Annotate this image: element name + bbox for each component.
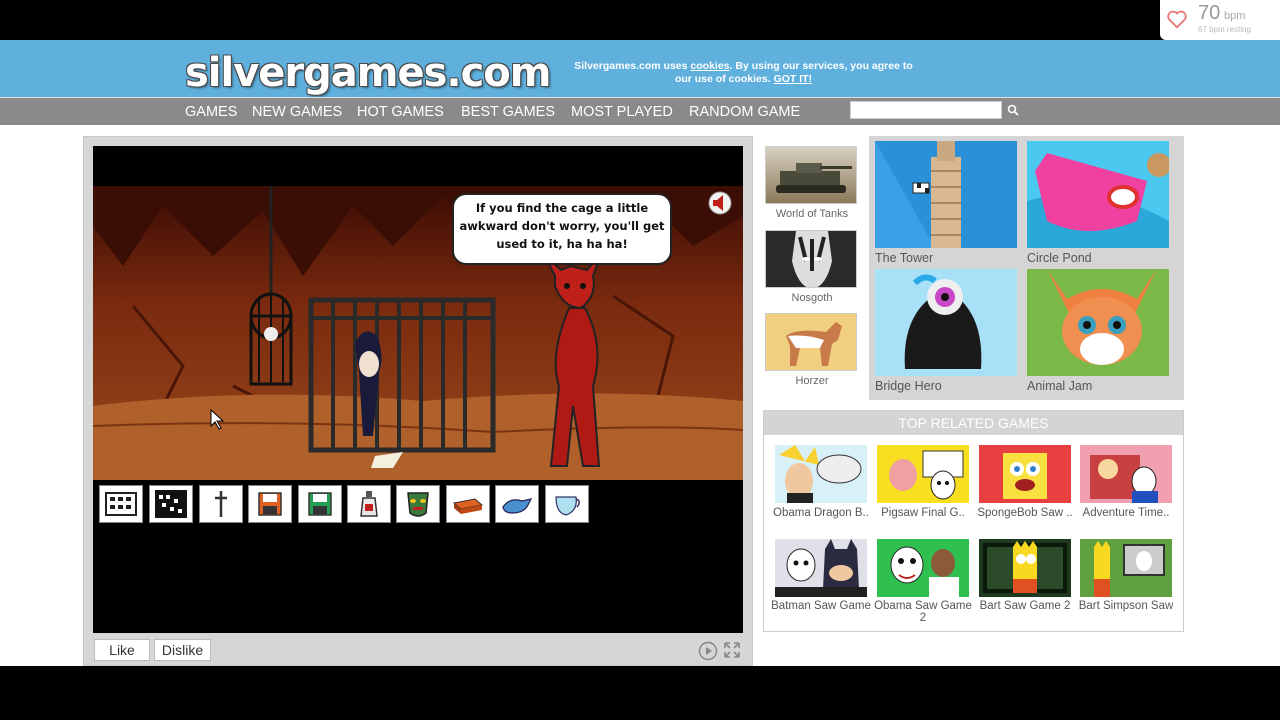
related-label-4[interactable]: Adventure Time.. xyxy=(1075,507,1177,519)
cookies-link[interactable]: cookies xyxy=(690,60,729,72)
brick-icon xyxy=(452,498,484,514)
related-games-panel xyxy=(763,410,1184,632)
side-game-label-2[interactable]: Nosgoth xyxy=(757,292,867,304)
featured-label-3[interactable]: Bridge Hero xyxy=(875,379,942,393)
related-label-1[interactable]: Obama Dragon B.. xyxy=(770,507,872,519)
ocarina-icon xyxy=(502,498,533,514)
related-thumb-3[interactable] xyxy=(979,445,1071,503)
heart-rate-unit: bpm xyxy=(1224,10,1246,22)
bottle-icon xyxy=(360,491,378,517)
heart-rate-resting: 67 bpm resting xyxy=(1198,25,1251,34)
related-thumb-8[interactable] xyxy=(1080,539,1172,597)
sword-icon xyxy=(215,491,227,517)
inventory-slot-3[interactable] xyxy=(199,485,243,523)
related-label-6[interactable]: Obama Saw Game 2 xyxy=(872,600,974,624)
featured-thumb-4[interactable] xyxy=(1027,269,1169,376)
related-games-title: TOP RELATED GAMES xyxy=(764,411,1183,435)
heart-rate-value: 70 xyxy=(1198,2,1221,24)
related-label-3[interactable]: SpongeBob Saw .. xyxy=(974,507,1076,519)
inventory-slot-4[interactable] xyxy=(248,485,292,523)
inventory-slot-1[interactable] xyxy=(99,485,143,523)
related-label-8[interactable]: Bart Simpson Saw xyxy=(1075,600,1177,612)
nav-most-played[interactable]: MOST PLAYED xyxy=(571,104,673,120)
featured-label-4[interactable]: Animal Jam xyxy=(1027,379,1092,393)
featured-thumb-2[interactable] xyxy=(1027,141,1169,248)
speaker-icon[interactable] xyxy=(708,191,732,215)
nav-random-game[interactable]: RANDOM GAME xyxy=(689,104,800,120)
inventory-slot-5[interactable] xyxy=(298,485,342,523)
related-thumb-4[interactable] xyxy=(1080,445,1172,503)
speech-bubble: If you find the cage a little awkward do… xyxy=(452,193,672,265)
inventory-slot-2[interactable] xyxy=(149,485,193,523)
related-label-2[interactable]: Pigsaw Final G.. xyxy=(872,507,974,519)
side-game-thumb-1[interactable] xyxy=(765,146,857,204)
featured-label-1[interactable]: The Tower xyxy=(875,251,933,265)
related-thumb-7[interactable] xyxy=(979,539,1071,597)
inventory-slot-8[interactable] xyxy=(446,485,490,523)
nav-best-games[interactable]: BEST GAMES xyxy=(461,104,555,120)
play-icon[interactable] xyxy=(698,641,718,661)
related-thumb-2[interactable] xyxy=(877,445,969,503)
related-label-7[interactable]: Bart Saw Game 2 xyxy=(974,600,1076,612)
related-thumb-1[interactable] xyxy=(775,445,867,503)
fullscreen-icon[interactable] xyxy=(724,642,740,658)
like-button[interactable]: Like xyxy=(94,639,150,661)
dislike-button[interactable]: Dislike xyxy=(154,639,211,661)
cookie-accept-link[interactable]: GOT IT! xyxy=(774,73,813,85)
nav-new-games[interactable]: NEW GAMES xyxy=(252,104,342,120)
related-thumb-5[interactable] xyxy=(775,539,867,597)
site-logo[interactable]: silvergames.com xyxy=(185,50,551,96)
search-input[interactable] xyxy=(850,101,1002,119)
featured-thumb-1[interactable] xyxy=(875,141,1017,248)
heart-rate-widget: 70 bpm 67 bpm resting xyxy=(1160,0,1280,40)
featured-label-2[interactable]: Circle Pond xyxy=(1027,251,1092,265)
side-game-label-3[interactable]: Horzer xyxy=(757,375,867,387)
related-thumb-6[interactable] xyxy=(877,539,969,597)
cookie-notice: Silvergames.com uses cookies. By using o… xyxy=(566,60,921,86)
side-game-thumb-2[interactable] xyxy=(765,230,857,288)
side-game-thumb-3[interactable] xyxy=(765,313,857,371)
mask-icon xyxy=(407,492,429,517)
pitcher-icon xyxy=(555,496,580,516)
inventory-slot-10[interactable] xyxy=(545,485,589,523)
inventory-slot-6[interactable] xyxy=(347,485,391,523)
side-game-label-1[interactable]: World of Tanks xyxy=(757,208,867,220)
nav-hot-games[interactable]: HOT GAMES xyxy=(357,104,444,120)
inventory-slot-9[interactable] xyxy=(495,485,539,523)
featured-thumb-3[interactable] xyxy=(875,269,1017,376)
heart-icon xyxy=(1167,10,1187,29)
floppy-red-icon xyxy=(258,492,282,516)
magnifier-icon[interactable] xyxy=(1006,103,1020,117)
cookie-text-1: Silvergames.com uses xyxy=(574,60,688,72)
nav-games[interactable]: GAMES xyxy=(185,104,237,120)
floppy-green-icon xyxy=(308,492,332,516)
grid-icon xyxy=(155,490,187,518)
related-label-5[interactable]: Batman Saw Game xyxy=(770,600,872,612)
inventory-slot-7[interactable] xyxy=(396,485,440,523)
keypad-icon xyxy=(105,492,137,516)
